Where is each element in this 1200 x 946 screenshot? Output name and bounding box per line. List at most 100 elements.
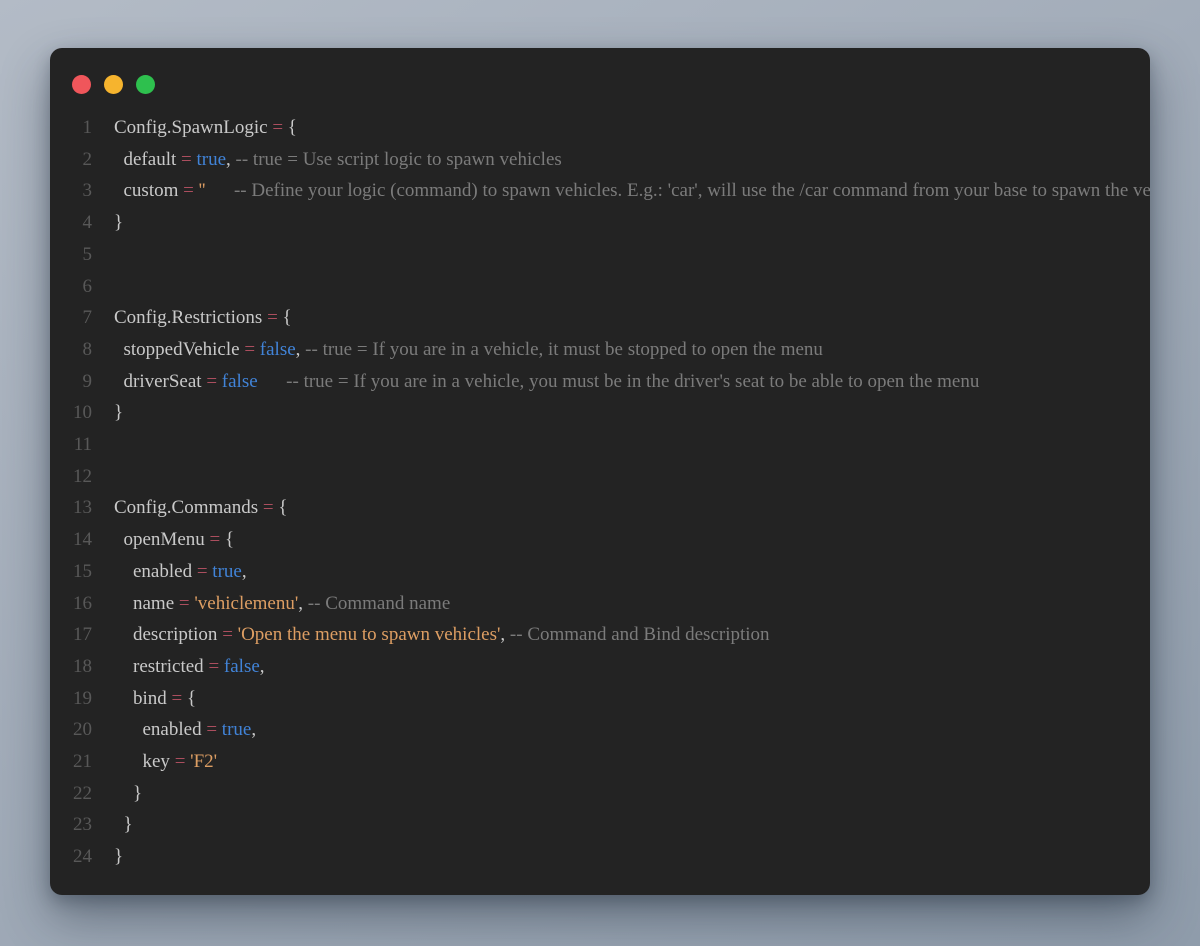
code-line[interactable]: 14 openMenu = { [50,524,1150,556]
code-text: default = true, -- true = Use script log… [92,144,562,176]
code-text: enabled = true, [92,714,256,746]
line-number: 8 [50,334,92,366]
code-text [92,239,114,271]
code-line[interactable]: 17 description = 'Open the menu to spawn… [50,619,1150,651]
token-com: -- true = Use script logic to spawn vehi… [231,149,562,170]
code-line[interactable]: 9 driverSeat = false -- true = If you ar… [50,366,1150,398]
token-com: -- Command and Bind description [505,624,769,645]
code-line[interactable]: 23 } [50,809,1150,841]
line-number: 3 [50,175,92,207]
token-bool: false [222,371,258,392]
code-text: enabled = true, [92,556,247,588]
line-number: 22 [50,778,92,810]
token-com: -- Define your logic (command) to spawn … [234,180,1150,201]
token-plain: Config.SpawnLogic [114,117,272,138]
token-plain: } [114,846,123,867]
token-op: = [197,561,208,582]
token-plain: driverSeat [114,371,206,392]
code-line[interactable]: 5 [50,239,1150,271]
token-plain: } [114,814,133,835]
token-plain: custom [114,180,183,201]
line-number: 6 [50,271,92,303]
code-line[interactable]: 18 restricted = false, [50,651,1150,683]
token-plain: , [251,719,256,740]
token-bool: true [196,149,226,170]
token-op: = [208,656,219,677]
code-line[interactable]: 3 custom = '' -- Define your logic (comm… [50,175,1150,207]
line-number: 5 [50,239,92,271]
token-plain: enabled [114,561,197,582]
token-bool: false [260,339,296,360]
token-op: = [222,624,233,645]
line-number: 17 [50,619,92,651]
minimize-button[interactable] [104,75,123,94]
close-button[interactable] [72,75,91,94]
code-line[interactable]: 16 name = 'vehiclemenu', -- Command name [50,588,1150,620]
code-editor-window: 1Config.SpawnLogic = {2 default = true, … [50,48,1150,895]
code-line[interactable]: 11 [50,429,1150,461]
code-text [92,429,114,461]
line-number: 4 [50,207,92,239]
code-line[interactable]: 8 stoppedVehicle = false, -- true = If y… [50,334,1150,366]
token-plain: Config.Restrictions [114,307,267,328]
code-text [92,461,114,493]
token-plain: } [114,212,123,233]
code-text [92,271,114,303]
token-plain: , [242,561,247,582]
code-line[interactable]: 24} [50,841,1150,873]
code-line[interactable]: 22 } [50,778,1150,810]
token-op: = [206,371,217,392]
code-editor[interactable]: 1Config.SpawnLogic = {2 default = true, … [50,112,1150,895]
token-op: = [210,529,221,550]
code-text: } [92,778,142,810]
token-plain [205,180,234,201]
line-number: 24 [50,841,92,873]
code-text: Config.SpawnLogic = { [92,112,297,144]
code-line[interactable]: 21 key = 'F2' [50,746,1150,778]
token-bool: true [222,719,252,740]
token-com: -- Command name [303,593,450,614]
code-line[interactable]: 7Config.Restrictions = { [50,302,1150,334]
line-number: 11 [50,429,92,461]
token-plain: Config.Commands [114,497,263,518]
code-text: description = 'Open the menu to spawn ve… [92,619,770,651]
code-text: restricted = false, [92,651,265,683]
token-plain: } [114,783,142,804]
line-number: 19 [50,683,92,715]
line-number: 21 [50,746,92,778]
code-text: key = 'F2' [92,746,217,778]
token-op: = [263,497,274,518]
code-line[interactable]: 10} [50,397,1150,429]
code-line[interactable]: 1Config.SpawnLogic = { [50,112,1150,144]
token-plain: { [278,307,292,328]
line-number: 2 [50,144,92,176]
token-plain: { [274,497,288,518]
token-op: = [183,180,194,201]
token-plain: key [114,751,175,772]
token-str: 'F2' [190,751,217,772]
line-number: 16 [50,588,92,620]
line-number: 14 [50,524,92,556]
code-line[interactable]: 6 [50,271,1150,303]
code-text: openMenu = { [92,524,234,556]
code-line[interactable]: 12 [50,461,1150,493]
code-line[interactable]: 15 enabled = true, [50,556,1150,588]
line-number: 9 [50,366,92,398]
code-line[interactable]: 13Config.Commands = { [50,492,1150,524]
code-line[interactable]: 19 bind = { [50,683,1150,715]
maximize-button[interactable] [136,75,155,94]
token-str: 'vehiclemenu' [194,593,298,614]
code-line[interactable]: 4} [50,207,1150,239]
code-line[interactable]: 2 default = true, -- true = Use script l… [50,144,1150,176]
code-text: } [92,207,123,239]
window-titlebar[interactable] [50,48,1150,112]
token-plain: openMenu [114,529,210,550]
code-line[interactable]: 20 enabled = true, [50,714,1150,746]
token-op: = [181,149,192,170]
token-plain: restricted [114,656,208,677]
token-plain: , [260,656,265,677]
token-plain: { [283,117,297,138]
token-op: = [267,307,278,328]
token-op: = [244,339,255,360]
token-bool: true [212,561,242,582]
